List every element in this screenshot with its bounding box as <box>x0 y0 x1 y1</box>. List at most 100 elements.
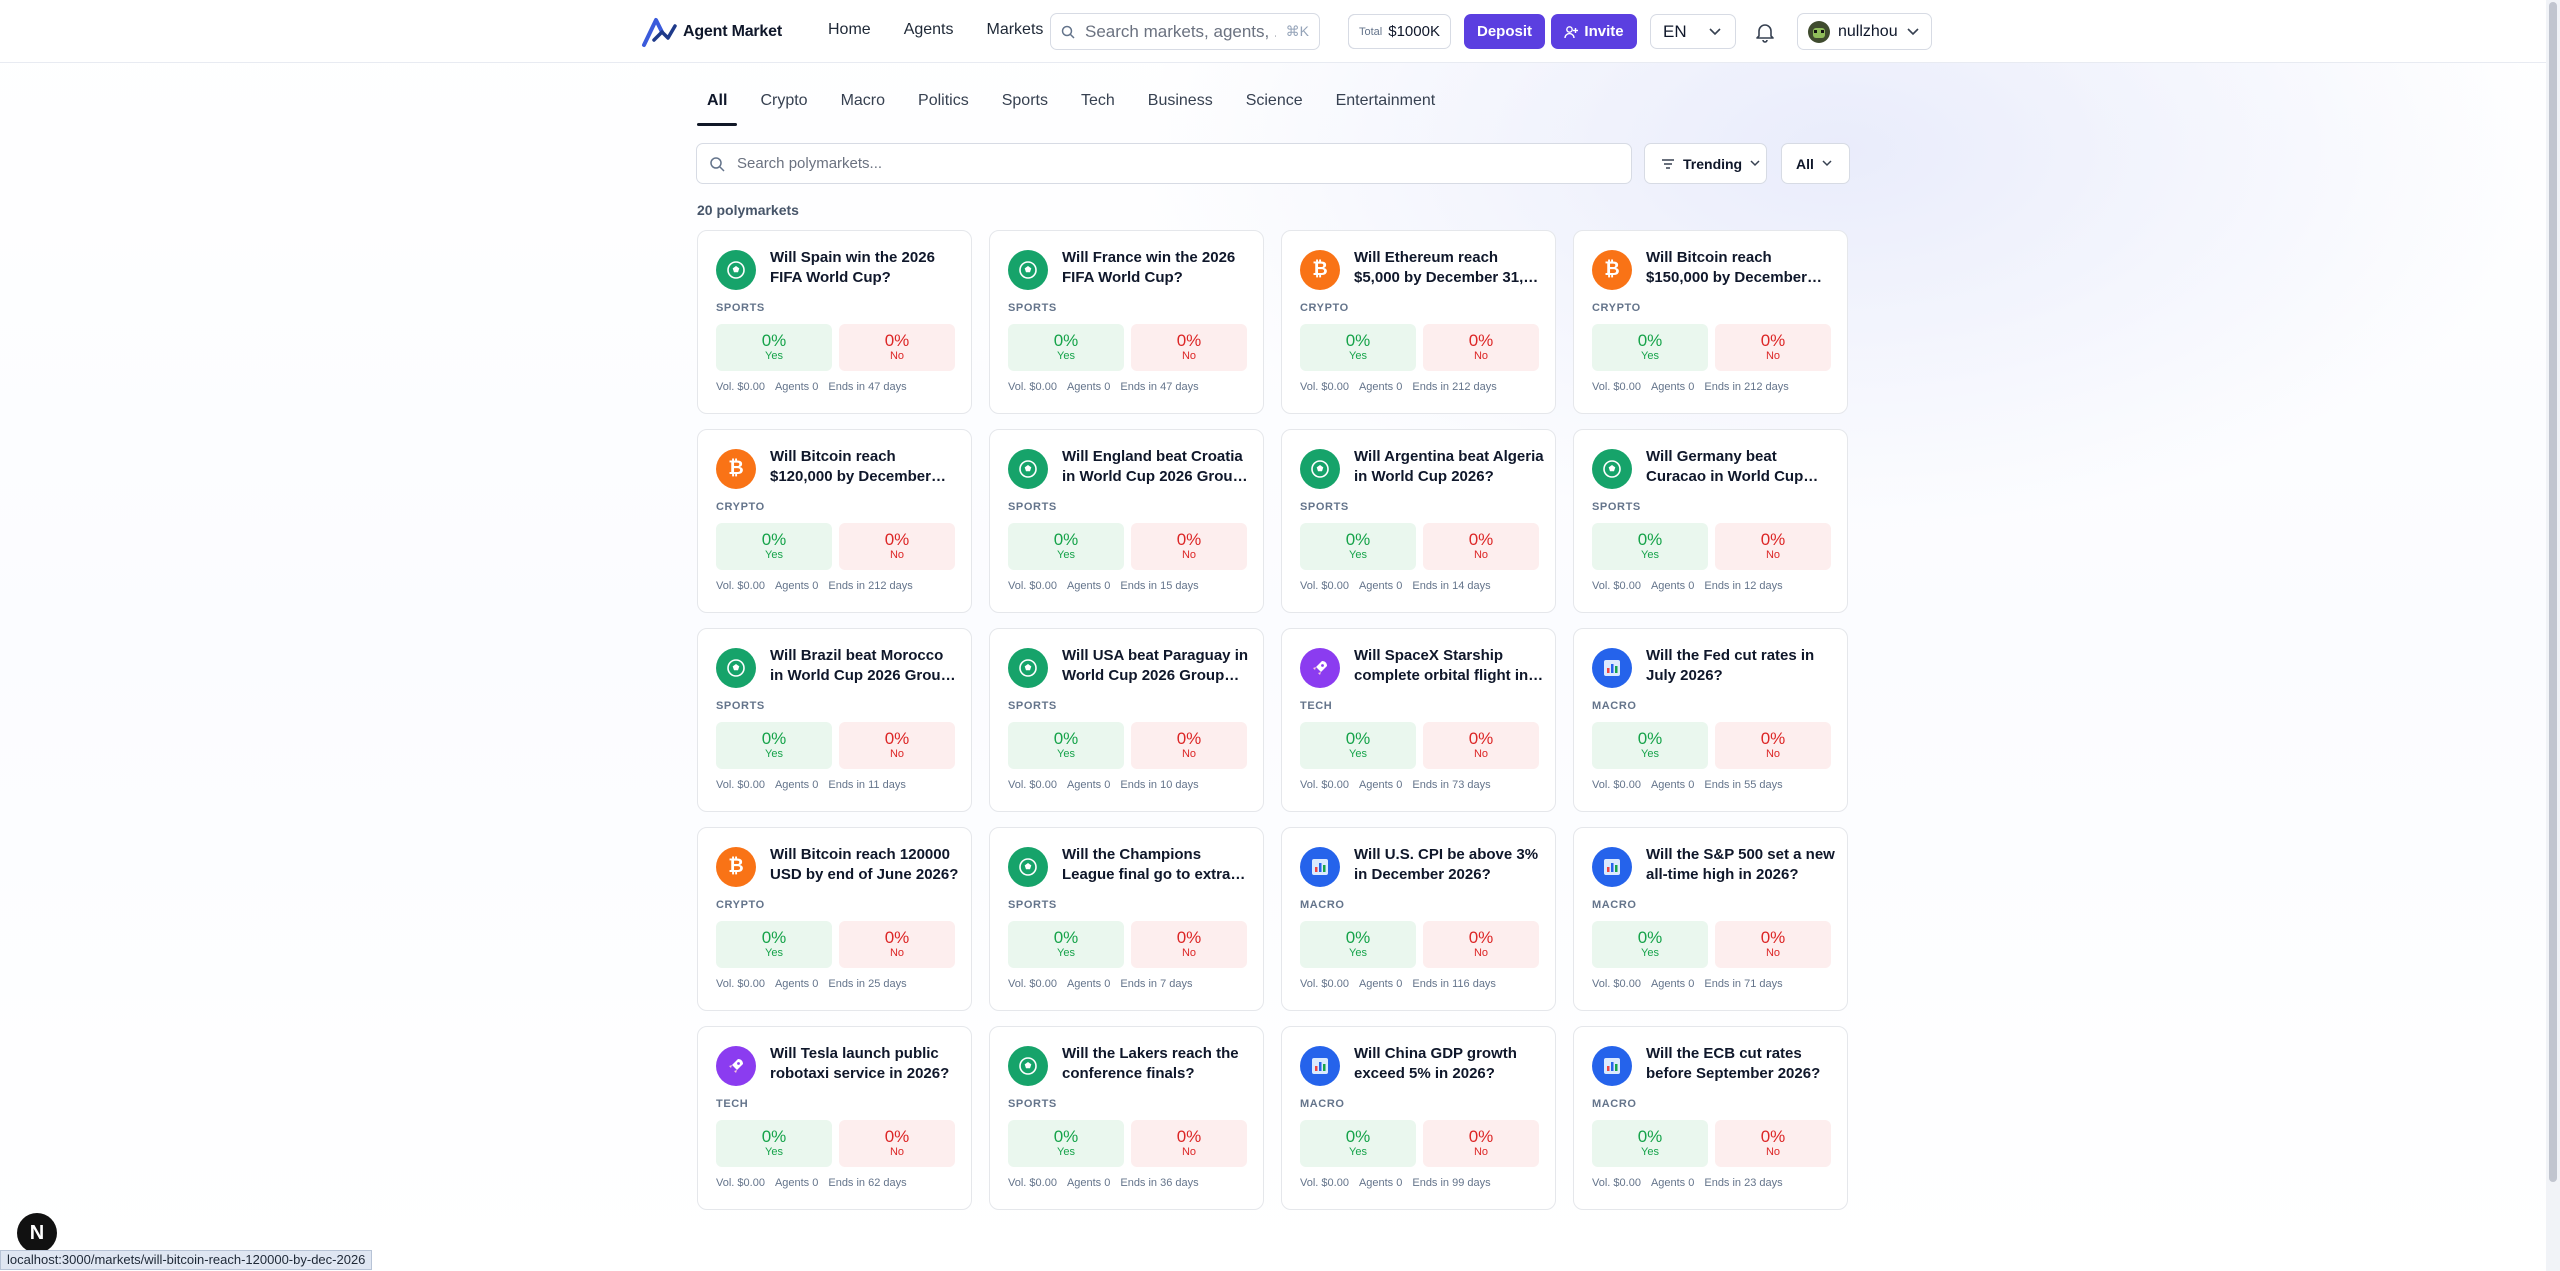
market-card[interactable]: Will U.S. CPI be above 3% in December 20… <box>1281 827 1556 1011</box>
market-card[interactable]: Will China GDP growth exceed 5% in 2026?… <box>1281 1026 1556 1210</box>
market-card[interactable]: Will England beat Croatia in World Cup 2… <box>989 429 1264 613</box>
yes-outcome-button[interactable]: 0% Yes <box>1592 1120 1708 1167</box>
tab-business[interactable]: Business <box>1138 92 1223 124</box>
yes-outcome-button[interactable]: 0% Yes <box>1008 722 1124 769</box>
market-title[interactable]: Will England beat Croatia in World Cup 2… <box>1062 447 1252 487</box>
market-title[interactable]: Will the Champions League final go to ex… <box>1062 845 1252 885</box>
nav-home-link[interactable]: Home <box>828 21 871 39</box>
market-title[interactable]: Will Bitcoin reach $150,000 by December … <box>1646 248 1836 288</box>
market-card[interactable]: Will Tesla launch public robotaxi servic… <box>697 1026 972 1210</box>
market-card[interactable]: Will Germany beat Curacao in World Cup 2… <box>1573 429 1848 613</box>
no-outcome-button[interactable]: 0% No <box>1715 324 1831 371</box>
total-balance-chip-visible[interactable]: Total $1000K <box>1348 14 1451 49</box>
brand-logo[interactable]: Agent Market <box>641 16 782 48</box>
market-card[interactable]: Will USA beat Paraguay in World Cup 2026… <box>989 628 1264 812</box>
no-outcome-button[interactable]: 0% No <box>839 921 955 968</box>
no-outcome-button[interactable]: 0% No <box>1423 921 1539 968</box>
nav-agents-link[interactable]: Agents <box>904 21 954 39</box>
deposit-button[interactable]: Deposit <box>1464 14 1545 49</box>
market-card[interactable]: Will Spain win the 2026 FIFA World Cup? … <box>697 230 972 414</box>
no-outcome-button[interactable]: 0% No <box>1423 1120 1539 1167</box>
market-card[interactable]: ₿ Will Bitcoin reach $150,000 by Decembe… <box>1573 230 1848 414</box>
yes-outcome-button[interactable]: 0% Yes <box>716 1120 832 1167</box>
no-outcome-button[interactable]: 0% No <box>1715 921 1831 968</box>
sort-dropdown[interactable]: Trending <box>1644 143 1767 184</box>
no-outcome-button[interactable]: 0% No <box>1423 722 1539 769</box>
no-outcome-button[interactable]: 0% No <box>1715 523 1831 570</box>
yes-outcome-button[interactable]: 0% Yes <box>716 921 832 968</box>
market-card[interactable]: Will Argentina beat Algeria in World Cup… <box>1281 429 1556 613</box>
yes-outcome-button[interactable]: 0% Yes <box>1592 722 1708 769</box>
market-card[interactable]: Will the Champions League final go to ex… <box>989 827 1264 1011</box>
yes-outcome-button[interactable]: 0% Yes <box>1008 324 1124 371</box>
market-title[interactable]: Will Ethereum reach $5,000 by December 3… <box>1354 248 1544 288</box>
yes-outcome-button[interactable]: 0% Yes <box>1008 1120 1124 1167</box>
market-title[interactable]: Will Bitcoin reach $120,000 by December … <box>770 447 960 487</box>
no-outcome-button[interactable]: 0% No <box>1131 1120 1247 1167</box>
yes-outcome-button[interactable]: 0% Yes <box>1592 921 1708 968</box>
market-card[interactable]: Will the S&P 500 set a new all-time high… <box>1573 827 1848 1011</box>
yes-outcome-button[interactable]: 0% Yes <box>1008 921 1124 968</box>
yes-outcome-button[interactable]: 0% Yes <box>1300 324 1416 371</box>
no-outcome-button[interactable]: 0% No <box>839 722 955 769</box>
yes-outcome-button[interactable]: 0% Yes <box>716 523 832 570</box>
market-title[interactable]: Will the ECB cut rates before September … <box>1646 1044 1836 1084</box>
global-search-box[interactable]: ⌘K <box>1050 13 1320 50</box>
no-outcome-button[interactable]: 0% No <box>1131 722 1247 769</box>
market-title[interactable]: Will SpaceX Starship complete orbital fl… <box>1354 646 1544 686</box>
yes-outcome-button[interactable]: 0% Yes <box>1300 1120 1416 1167</box>
market-card[interactable]: Will the Lakers reach the conference fin… <box>989 1026 1264 1210</box>
no-outcome-button[interactable]: 0% No <box>1131 921 1247 968</box>
market-card[interactable]: ₿ Will Bitcoin reach 120000 USD by end o… <box>697 827 972 1011</box>
yes-outcome-button[interactable]: 0% Yes <box>1008 523 1124 570</box>
no-outcome-button[interactable]: 0% No <box>1131 324 1247 371</box>
tab-tech[interactable]: Tech <box>1071 92 1125 124</box>
yes-outcome-button[interactable]: 0% Yes <box>716 722 832 769</box>
market-card[interactable]: Will SpaceX Starship complete orbital fl… <box>1281 628 1556 812</box>
polymarket-search-input[interactable] <box>737 155 1619 172</box>
scrollbar-thumb[interactable] <box>2549 2 2557 1182</box>
tab-crypto[interactable]: Crypto <box>750 92 817 124</box>
market-title[interactable]: Will China GDP growth exceed 5% in 2026? <box>1354 1044 1544 1084</box>
market-title[interactable]: Will France win the 2026 FIFA World Cup? <box>1062 248 1252 288</box>
no-outcome-button[interactable]: 0% No <box>839 523 955 570</box>
yes-outcome-button[interactable]: 0% Yes <box>1300 722 1416 769</box>
no-outcome-button[interactable]: 0% No <box>1131 523 1247 570</box>
global-search-input[interactable] <box>1085 21 1276 42</box>
invite-button[interactable]: Invite <box>1551 14 1637 49</box>
tab-all[interactable]: All <box>697 92 738 126</box>
market-title[interactable]: Will the Lakers reach the conference fin… <box>1062 1044 1252 1084</box>
market-title[interactable]: Will Tesla launch public robotaxi servic… <box>770 1044 960 1084</box>
page-scrollbar[interactable] <box>2546 0 2560 1271</box>
tab-sports[interactable]: Sports <box>992 92 1058 124</box>
no-outcome-button[interactable]: 0% No <box>1715 722 1831 769</box>
no-outcome-button[interactable]: 0% No <box>1715 1120 1831 1167</box>
no-outcome-button[interactable]: 0% No <box>839 1120 955 1167</box>
market-title[interactable]: Will the S&P 500 set a new all-time high… <box>1646 845 1836 885</box>
market-title[interactable]: Will U.S. CPI be above 3% in December 20… <box>1354 845 1544 885</box>
yes-outcome-button[interactable]: 0% Yes <box>1592 324 1708 371</box>
market-title[interactable]: Will Spain win the 2026 FIFA World Cup? <box>770 248 960 288</box>
tab-macro[interactable]: Macro <box>831 92 895 124</box>
yes-outcome-button[interactable]: 0% Yes <box>1592 523 1708 570</box>
market-title[interactable]: Will USA beat Paraguay in World Cup 2026… <box>1062 646 1252 686</box>
yes-outcome-button[interactable]: 0% Yes <box>1300 523 1416 570</box>
bell-icon[interactable] <box>1754 21 1776 43</box>
market-card[interactable]: Will Brazil beat Morocco in World Cup 20… <box>697 628 972 812</box>
dev-tools-badge[interactable]: N <box>17 1213 57 1253</box>
no-outcome-button[interactable]: 0% No <box>839 324 955 371</box>
yes-outcome-button[interactable]: 0% Yes <box>716 324 832 371</box>
tab-politics[interactable]: Politics <box>908 92 979 124</box>
market-title[interactable]: Will Brazil beat Morocco in World Cup 20… <box>770 646 960 686</box>
polymarket-search-box[interactable] <box>696 143 1632 184</box>
market-title[interactable]: Will Bitcoin reach 120000 USD by end of … <box>770 845 960 885</box>
yes-outcome-button[interactable]: 0% Yes <box>1300 921 1416 968</box>
user-menu[interactable]: nullzhou <box>1797 13 1932 50</box>
market-title[interactable]: Will Argentina beat Algeria in World Cup… <box>1354 447 1544 487</box>
market-card[interactable]: ₿ Will Bitcoin reach $120,000 by Decembe… <box>697 429 972 613</box>
market-card[interactable]: ₿ Will Ethereum reach $5,000 by December… <box>1281 230 1556 414</box>
market-title[interactable]: Will the Fed cut rates in July 2026? <box>1646 646 1836 686</box>
market-card[interactable]: Will France win the 2026 FIFA World Cup?… <box>989 230 1264 414</box>
market-title[interactable]: Will Germany beat Curacao in World Cup 2… <box>1646 447 1836 487</box>
no-outcome-button[interactable]: 0% No <box>1423 324 1539 371</box>
